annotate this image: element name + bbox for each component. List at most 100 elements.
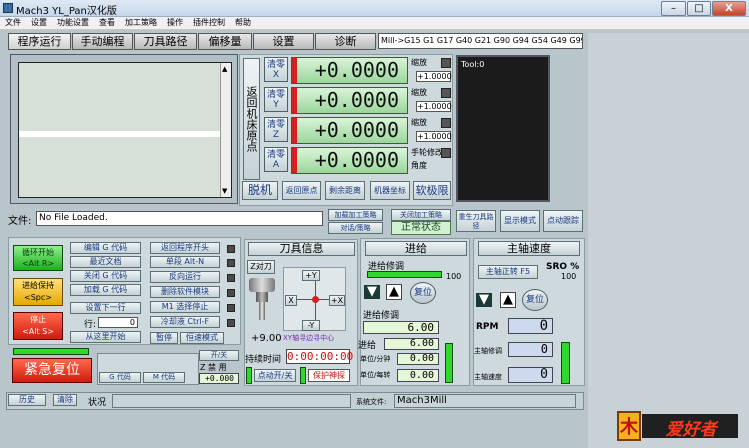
close-button[interactable]: X	[712, 1, 746, 16]
line-number-input[interactable]: 0	[98, 317, 138, 328]
protect-button[interactable]: 保护神探	[308, 369, 350, 382]
run-from-here-button[interactable]: 从这里开始	[70, 331, 141, 343]
tab-diagnostics[interactable]: 诊断	[315, 33, 376, 50]
tool-z-value: +9.00	[251, 333, 282, 344]
jog-onoff-button[interactable]: 点动开/关	[254, 369, 296, 382]
menu-wizard[interactable]: 加工策略	[120, 17, 162, 29]
menu-config[interactable]: 设置	[26, 17, 52, 29]
close-wizard-button[interactable]: 关闭加工策略	[391, 209, 451, 221]
tab-mdi[interactable]: 手动编程	[72, 33, 133, 50]
tab-toolpath[interactable]: 刀具路径	[134, 33, 197, 50]
conversational-button[interactable]: 对话/策略	[328, 222, 383, 234]
dist-to-go-button[interactable]: 剩余距离	[325, 181, 365, 200]
menu-help[interactable]: 帮助	[230, 17, 256, 29]
zero-a-button[interactable]: 清零 A	[264, 147, 288, 172]
feed-reset-button[interactable]: 复位	[410, 282, 436, 304]
mcodes-button[interactable]: M 代码	[143, 372, 185, 383]
spindle-reset-button[interactable]: 复位	[522, 289, 548, 311]
soft-limits-button[interactable]: 软极限	[413, 181, 451, 200]
spindle-level-bar	[561, 342, 570, 384]
toolpath-scrollbar[interactable]: ▲ ▼	[220, 63, 231, 197]
offline-button[interactable]: 脱机	[242, 181, 278, 200]
tab-offsets[interactable]: 偏移量	[198, 33, 252, 50]
jog-minus-y-button[interactable]: -Y	[302, 320, 320, 331]
tab-settings[interactable]: 设置	[253, 33, 314, 50]
units-min-value: 0.00	[397, 353, 439, 365]
maximize-button[interactable]: □	[687, 1, 711, 16]
feed-hold-button[interactable]: 进给保持 <Spc>	[13, 278, 63, 306]
history-button[interactable]: 历史	[8, 394, 46, 406]
right-margin	[588, 33, 749, 448]
ref-home-button[interactable]: 返回原点	[282, 181, 321, 200]
zero-x-button[interactable]: 清零 X	[264, 57, 288, 82]
feed-down-arrow-icon[interactable]: ▼	[364, 285, 380, 299]
scroll-up-icon[interactable]: ▲	[222, 65, 227, 73]
toolpath-view[interactable]: ▲ ▼	[18, 62, 232, 198]
load-gcode-button[interactable]: 加载 G 代码	[70, 284, 141, 296]
recent-file-button[interactable]: 最近文档	[70, 256, 141, 268]
close-gcode-button[interactable]: 关闭 G 代码	[70, 270, 141, 282]
jog-plus-x-button[interactable]: +X	[329, 295, 345, 306]
set-next-line-button[interactable]: 设置下一行	[70, 302, 141, 314]
protect-led	[300, 367, 306, 384]
jog-plus-y-button[interactable]: +Y	[302, 270, 320, 281]
regen-toolpath-button[interactable]: 重生刀具路径	[456, 210, 496, 232]
menu-plugin[interactable]: 插件控制	[188, 17, 230, 29]
spindle-up-arrow-icon[interactable]: ▲	[500, 292, 516, 308]
z-inhibit-value[interactable]: +0.000	[199, 373, 239, 384]
dro-a-value[interactable]: +0.0000	[291, 147, 408, 174]
scroll-down-icon[interactable]: ▼	[222, 187, 227, 195]
edit-gcode-button[interactable]: 编辑 G 代码	[70, 242, 141, 254]
zero-z-button[interactable]: 清零 Z	[264, 117, 288, 142]
rewind-button[interactable]: 返回程序开头	[150, 242, 220, 254]
reset-indicator	[13, 348, 89, 355]
constant-velocity-button[interactable]: 恒速模式	[180, 332, 224, 344]
spindle-down-arrow-icon[interactable]: ▼	[476, 293, 492, 307]
machine-coords-button[interactable]: 机器坐标	[370, 181, 410, 200]
feed-up-arrow-icon[interactable]: ▲	[386, 284, 402, 300]
dro-z-value[interactable]: +0.0000	[291, 117, 408, 144]
single-block-button[interactable]: 单段 Alt-N	[150, 256, 220, 268]
scale-z-value[interactable]: +1.0000	[416, 131, 452, 142]
spindle-override-value[interactable]: 0	[508, 342, 553, 357]
reset-button[interactable]: 紧急复位	[12, 358, 92, 383]
tool-change-button[interactable]: Z对刀	[247, 260, 275, 274]
status-label-text: 状况	[88, 398, 107, 408]
optional-stop-button[interactable]: M1 选择停止	[150, 301, 220, 313]
ref-all-home-button[interactable]: 返回机床原点	[243, 58, 260, 180]
spindle-cw-button[interactable]: 主轴正转 F5	[478, 265, 538, 279]
line-label: 行:	[84, 320, 97, 330]
feed-override-value[interactable]: 6.00	[363, 321, 439, 334]
z-inhibit-toggle[interactable]: 开/关	[199, 350, 239, 361]
pause-button[interactable]: 暂停	[150, 332, 178, 344]
svg-text:木: 木	[619, 416, 639, 438]
scale-y-value[interactable]: +1.0000	[416, 101, 452, 112]
dro-x-value[interactable]: +0.0000	[291, 57, 408, 84]
load-wizard-button[interactable]: 加载加工策略	[328, 209, 383, 221]
feed-override-bar	[367, 271, 442, 278]
scale-x-label: 缩放	[411, 58, 427, 67]
tab-program-run[interactable]: 程序运行	[8, 33, 71, 50]
jog-minus-x-button[interactable]: X	[285, 295, 297, 306]
dro-y-value[interactable]: +0.0000	[291, 87, 408, 114]
cycle-start-button[interactable]: 循环开始 <Alt R>	[13, 245, 63, 271]
menu-view[interactable]: 查看	[94, 17, 120, 29]
flood-button[interactable]: 冷却液 Ctrl-F	[150, 316, 220, 328]
menu-operator[interactable]: 操作	[162, 17, 188, 29]
dwell-label: 持续时间	[245, 355, 282, 365]
menu-file[interactable]: 文件	[0, 17, 26, 29]
units-rev-value: 0.00	[397, 369, 439, 382]
display-mode-button[interactable]: 显示模式	[500, 210, 540, 232]
minimize-button[interactable]: –	[661, 1, 686, 16]
gcodes-button[interactable]: G 代码	[99, 372, 141, 383]
block-delete-button[interactable]: 删除软件模块	[150, 286, 220, 298]
stop-button[interactable]: 停止 <Alt S>	[13, 312, 63, 340]
xy-edge-finder-label[interactable]: XY轴寻边寻中心	[283, 333, 334, 343]
clear-button[interactable]: 清除	[53, 394, 77, 406]
menu-function-cfg[interactable]: 功能设置	[52, 17, 94, 29]
jog-follow-button[interactable]: 点动跟踪	[543, 210, 583, 232]
zero-y-button[interactable]: 清零 Y	[264, 87, 288, 112]
z-inhibit-label: Z 禁 用	[200, 363, 227, 372]
scale-x-value[interactable]: +1.0000	[416, 71, 452, 82]
reverse-run-button[interactable]: 反向运行	[150, 271, 220, 283]
